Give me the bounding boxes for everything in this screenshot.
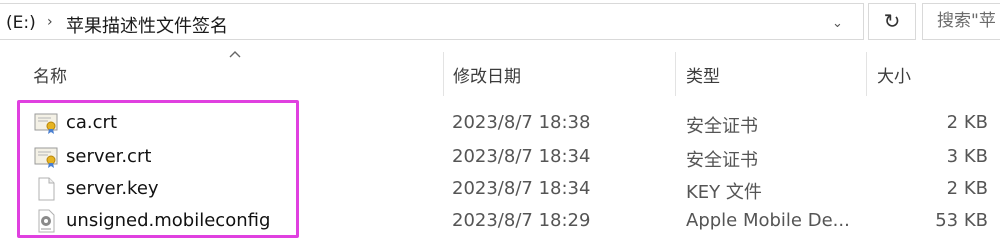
file-type: 安全证书 <box>686 150 758 171</box>
breadcrumb-folder[interactable]: 苹果描述性文件签名 <box>66 12 228 38</box>
file-size: 3 KB <box>946 146 988 167</box>
certificate-icon <box>34 111 58 135</box>
file-date: 2023/8/7 18:29 <box>452 210 591 231</box>
blank-file-icon <box>34 177 58 201</box>
column-divider[interactable] <box>675 52 676 96</box>
search-placeholder: 搜索"苹 <box>937 11 996 31</box>
column-header-name[interactable]: 名称 <box>33 62 67 87</box>
file-name[interactable]: ca.crt <box>66 112 117 133</box>
file-row[interactable]: server.crt 2023/8/7 18:34 安全证书 3 KB <box>0 140 1000 172</box>
file-type: 安全证书 <box>686 116 758 137</box>
column-divider[interactable] <box>866 52 867 96</box>
file-name[interactable]: unsigned.mobileconfig <box>66 210 270 231</box>
search-input[interactable]: 搜索"苹 <box>922 3 1000 40</box>
file-date: 2023/8/7 18:34 <box>452 146 591 167</box>
chevron-down-icon[interactable]: ⌄ <box>832 16 843 31</box>
file-size: 2 KB <box>946 178 988 199</box>
certificate-icon <box>34 145 58 169</box>
address-bar[interactable]: (E:) › 苹果描述性文件签名 ⌄ <box>0 3 864 40</box>
column-header-size[interactable]: 大小 <box>877 62 911 87</box>
file-date: 2023/8/7 18:34 <box>452 178 591 199</box>
column-header-type[interactable]: 类型 <box>686 62 720 87</box>
column-divider[interactable] <box>443 52 444 96</box>
breadcrumb-drive[interactable]: (E:) <box>6 13 36 33</box>
refresh-button[interactable]: ↻ <box>868 3 916 40</box>
file-date: 2023/8/7 18:38 <box>452 112 591 133</box>
file-row[interactable]: ca.crt 2023/8/7 18:38 安全证书 2 KB <box>0 106 1000 138</box>
file-size: 53 KB <box>935 210 988 231</box>
file-row[interactable]: unsigned.mobileconfig 2023/8/7 18:29 App… <box>0 204 1000 236</box>
refresh-icon: ↻ <box>883 9 901 33</box>
sort-ascending-icon <box>228 48 242 62</box>
file-name[interactable]: server.key <box>66 178 159 199</box>
file-type: KEY 文件 <box>686 182 762 203</box>
breadcrumb-separator-icon[interactable]: › <box>47 14 53 30</box>
config-gear-icon <box>34 209 58 233</box>
address-row: (E:) › 苹果描述性文件签名 ⌄ ↻ 搜索"苹 <box>0 0 1000 44</box>
file-row[interactable]: server.key 2023/8/7 18:34 KEY 文件 2 KB <box>0 172 1000 204</box>
file-type: Apple Mobile De... <box>686 210 850 231</box>
column-header-date[interactable]: 修改日期 <box>453 62 521 87</box>
file-name[interactable]: server.crt <box>66 146 151 167</box>
column-headers: 名称 修改日期 类型 大小 <box>0 46 1000 98</box>
file-size: 2 KB <box>946 112 988 133</box>
